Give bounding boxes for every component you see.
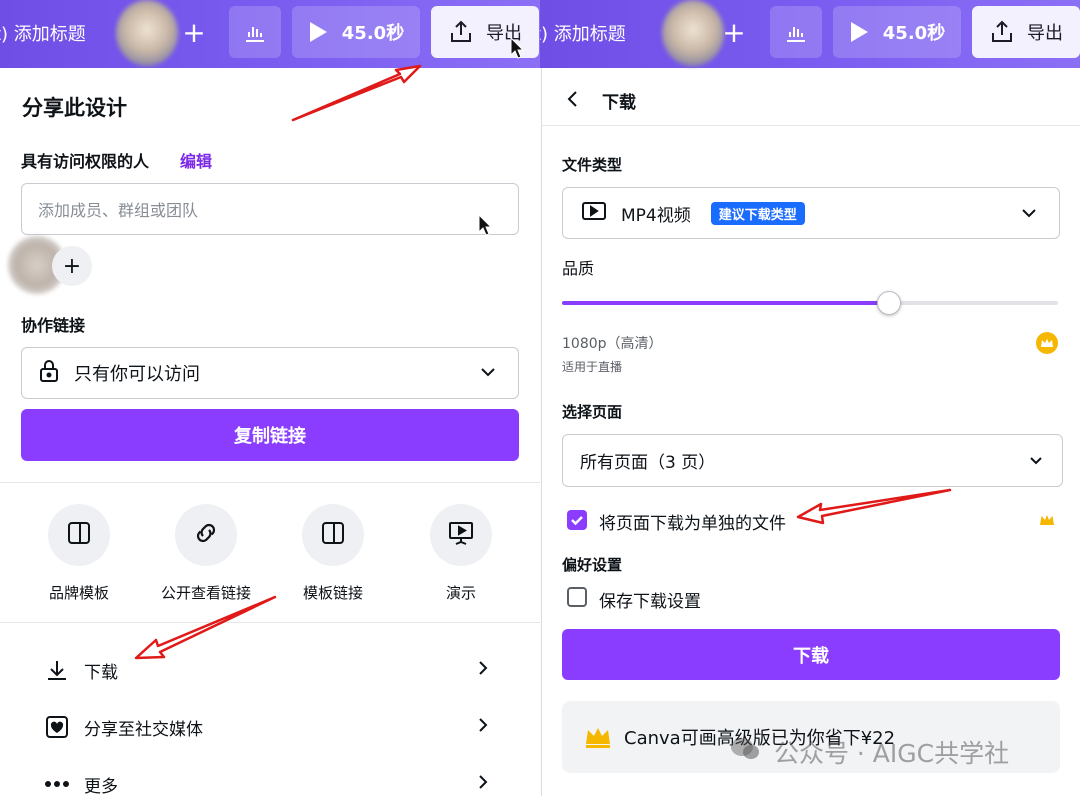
wechat-icon xyxy=(730,736,760,768)
layout-icon xyxy=(320,520,346,550)
export-label: 导出 xyxy=(1027,23,1063,44)
bar-chart-icon xyxy=(784,20,808,44)
quality-value: 1080p（高清） xyxy=(562,336,663,352)
public-view-link-option[interactable]: 公开查看链接 xyxy=(156,504,256,603)
crown-icon xyxy=(1036,332,1058,358)
bar-chart-icon xyxy=(243,20,267,44)
watermark: 公众号 · AIGC共学社 xyxy=(730,734,1009,770)
present-icon xyxy=(447,519,475,551)
template-link-option[interactable]: 模板链接 xyxy=(283,504,383,603)
share-screenshot: t) 添加标题 + 45.0秒 导出 分享此设计 具有访问权限的人 编辑 添加成… xyxy=(0,0,540,796)
play-button[interactable]: 45.0秒 xyxy=(292,6,420,58)
collab-link-label: 协作链接 xyxy=(21,316,86,335)
section-divider xyxy=(0,622,540,623)
video-icon xyxy=(581,201,607,226)
present-option[interactable]: 演示 xyxy=(411,504,511,603)
insights-button[interactable] xyxy=(229,6,281,58)
chevron-right-icon xyxy=(474,716,492,738)
file-type-label: 文件类型 xyxy=(562,156,623,174)
quality-label: 品质 xyxy=(562,259,595,278)
save-settings-label: 保存下载设置 xyxy=(599,592,701,612)
chevron-right-icon xyxy=(474,773,492,795)
save-settings-checkbox[interactable] xyxy=(567,587,587,607)
upload-icon xyxy=(989,19,1015,45)
mouse-cursor-icon xyxy=(510,36,525,63)
option-label: 公开查看链接 xyxy=(160,584,251,602)
section-divider xyxy=(0,482,540,483)
download-menu-item[interactable]: 下载 xyxy=(0,644,540,696)
separate-files-checkbox[interactable] xyxy=(567,510,587,530)
menu-item-label: 下载 xyxy=(84,662,118,683)
crown-icon xyxy=(1039,512,1055,531)
download-panel xyxy=(541,68,1080,796)
upload-icon xyxy=(448,19,474,45)
access-label: 具有访问权限的人 xyxy=(21,152,150,171)
add-collaborator-button[interactable]: + xyxy=(172,8,216,56)
pages-value: 所有页面（3 页） xyxy=(580,453,716,473)
crown-icon xyxy=(584,726,612,753)
mouse-cursor-icon xyxy=(478,213,493,240)
layout-icon xyxy=(66,520,92,550)
member-search-input[interactable]: 添加成员、群组或团队 xyxy=(21,183,519,235)
brand-template-option[interactable]: 品牌模板 xyxy=(29,504,129,603)
option-label: 演示 xyxy=(445,584,476,602)
separate-files-label: 将页面下载为单独的文件 xyxy=(599,514,786,534)
edit-access-link[interactable]: 编辑 xyxy=(180,148,212,172)
chevron-right-icon xyxy=(474,659,492,681)
file-type-select[interactable]: MP4视频 建议下载类型 xyxy=(562,187,1060,239)
share-social-menu-item[interactable]: 分享至社交媒体 xyxy=(0,701,540,753)
menu-item-label: 更多 xyxy=(84,776,118,796)
add-member-button[interactable]: + xyxy=(52,246,92,286)
timer-label: 45.0秒 xyxy=(341,23,405,44)
link-access-select[interactable]: 只有你可以访问 xyxy=(21,347,519,399)
play-button[interactable]: 45.0秒 xyxy=(833,6,961,58)
editor-topbar: t) 添加标题 + 45.0秒 导出 xyxy=(0,0,540,68)
export-button[interactable]: 导出 xyxy=(972,6,1080,58)
quality-slider[interactable] xyxy=(562,291,1058,315)
watermark-text: 公众号 · AIGC共学社 xyxy=(773,739,1010,768)
pages-select[interactable]: 所有页面（3 页） xyxy=(562,434,1063,487)
chevron-down-icon xyxy=(478,362,498,387)
heart-icon xyxy=(44,715,70,739)
option-label: 模板链接 xyxy=(302,584,363,602)
quality-hint: 适用于直播 xyxy=(562,360,623,374)
user-avatar[interactable] xyxy=(116,0,178,66)
download-icon xyxy=(44,658,70,682)
timer-label: 45.0秒 xyxy=(882,23,946,44)
play-icon xyxy=(308,21,328,43)
download-panel-title: 下载 xyxy=(602,93,636,113)
link-icon xyxy=(192,521,220,549)
quality-slider-fill xyxy=(562,301,890,305)
file-type-value: MP4视频 xyxy=(621,205,691,226)
download-button[interactable]: 下载 xyxy=(562,629,1060,680)
design-title[interactable]: t) 添加标题 xyxy=(540,20,626,46)
insights-button[interactable] xyxy=(770,6,822,58)
more-icon xyxy=(44,780,70,788)
lock-icon xyxy=(38,359,60,388)
design-title[interactable]: t) 添加标题 xyxy=(0,20,86,46)
header-divider xyxy=(541,125,1080,126)
copy-link-button[interactable]: 复制链接 xyxy=(21,409,519,461)
pages-label: 选择页面 xyxy=(562,403,623,421)
check-icon xyxy=(571,516,583,526)
editor-topbar: t) 添加标题 + 45.0秒 导出 xyxy=(540,0,1080,68)
chevron-down-icon xyxy=(1027,452,1045,475)
preferences-label: 偏好设置 xyxy=(562,556,623,574)
back-icon[interactable] xyxy=(564,89,582,113)
more-menu-item[interactable]: 更多 xyxy=(0,758,540,796)
menu-item-label: 分享至社交媒体 xyxy=(84,719,203,740)
option-label: 品牌模板 xyxy=(48,584,109,602)
chevron-down-icon xyxy=(1019,203,1039,228)
link-access-value: 只有你可以访问 xyxy=(74,364,200,385)
add-collaborator-button[interactable]: + xyxy=(712,8,756,56)
play-icon xyxy=(849,21,869,43)
share-panel-title: 分享此设计 xyxy=(22,96,127,120)
recommended-badge: 建议下载类型 xyxy=(710,201,805,225)
